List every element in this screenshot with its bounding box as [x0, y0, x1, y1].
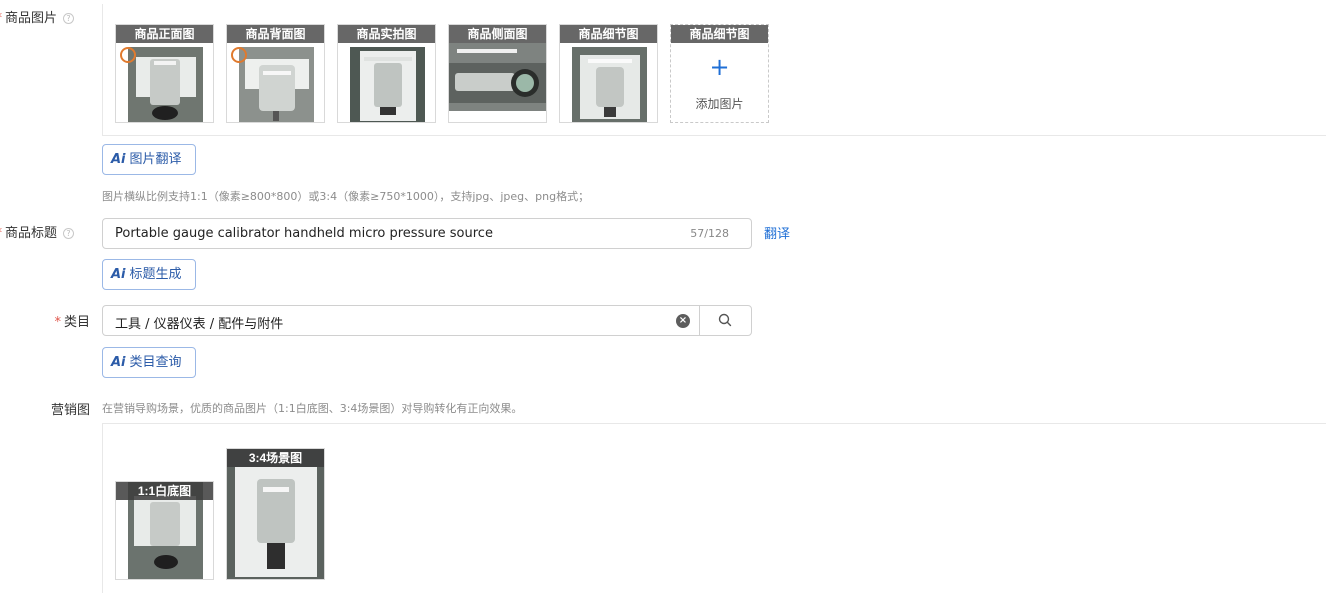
image-translate-button[interactable]: Ai 图片翻译: [102, 144, 196, 175]
gauge-device-image: [449, 43, 546, 111]
gauge-device-image: [239, 47, 314, 122]
marketing-image-white-bg[interactable]: 1:1白底图: [115, 481, 214, 580]
char-count: 57/128: [690, 227, 729, 240]
gauge-device-image: [572, 47, 647, 122]
image-caption: 商品实拍图: [338, 25, 435, 43]
marketing-hint: 在营销导购场景，优质的商品图片（1:1白底图、3:4场景图）对导购转化有正向效果…: [102, 402, 523, 415]
search-icon: [718, 313, 732, 327]
title-label: *商品标题?: [0, 222, 74, 241]
product-image-detail[interactable]: 商品细节图: [559, 24, 658, 123]
gauge-device-image: [128, 47, 203, 122]
title-generate-button[interactable]: Ai 标题生成: [102, 259, 196, 290]
category-label: * 类目: [54, 315, 90, 330]
gauge-device-image: [227, 449, 324, 579]
product-image-side[interactable]: 商品侧面图: [448, 24, 547, 123]
product-photo: [572, 47, 647, 122]
image-format-hint: 图片横纵比例支持1:1（像素≥800*800）或3:4（像素≥750*1000）…: [102, 190, 590, 203]
product-image-back[interactable]: 商品背面图: [226, 24, 325, 123]
product-photo: [128, 47, 203, 122]
help-icon[interactable]: ?: [63, 13, 74, 24]
image-caption: 商品细节图: [671, 25, 768, 43]
product-image-front[interactable]: 商品正面图: [115, 24, 214, 123]
category-value: 工具 / 仪器仪表 / 配件与附件: [115, 317, 284, 332]
required-mark: *: [54, 315, 61, 330]
category-search-button[interactable]: [699, 306, 751, 335]
marketing-image-scene[interactable]: 3:4场景图: [226, 448, 325, 580]
product-photo: [239, 47, 314, 122]
category-select[interactable]: 工具 / 仪器仪表 / 配件与附件 ×: [102, 305, 752, 336]
ai-icon: Ai: [111, 355, 126, 370]
marketing-label: 营销图: [50, 403, 90, 418]
category-query-button[interactable]: Ai 类目查询: [102, 347, 196, 378]
required-mark: *: [0, 226, 2, 241]
ai-icon: Ai: [111, 152, 126, 167]
selection-circle-icon[interactable]: [120, 47, 136, 63]
image-caption: 商品背面图: [227, 25, 324, 43]
plus-icon: +: [709, 53, 730, 81]
ai-icon: Ai: [111, 267, 126, 282]
title-input[interactable]: Portable gauge calibrator handheld micro…: [102, 218, 752, 249]
add-image-label: 添加图片: [695, 97, 744, 111]
title-input-value: Portable gauge calibrator handheld micro…: [115, 226, 493, 241]
image-caption: 商品侧面图: [449, 25, 546, 43]
add-image-button[interactable]: 商品细节图 + 添加图片: [670, 24, 769, 123]
product-photo: [350, 47, 425, 122]
image-caption: 1:1白底图: [116, 482, 213, 500]
gauge-device-image: [350, 47, 425, 122]
product-photo: [449, 43, 546, 111]
selection-circle-icon[interactable]: [231, 47, 247, 63]
required-mark: *: [0, 11, 2, 26]
clear-icon[interactable]: ×: [676, 314, 690, 328]
translate-link[interactable]: 翻译: [764, 223, 790, 242]
image-caption: 3:4场景图: [227, 449, 324, 467]
image-caption: 商品细节图: [560, 25, 657, 43]
help-icon[interactable]: ?: [63, 228, 74, 239]
product-images-label: *商品图片?: [0, 7, 74, 26]
product-image-real[interactable]: 商品实拍图: [337, 24, 436, 123]
image-caption: 商品正面图: [116, 25, 213, 43]
